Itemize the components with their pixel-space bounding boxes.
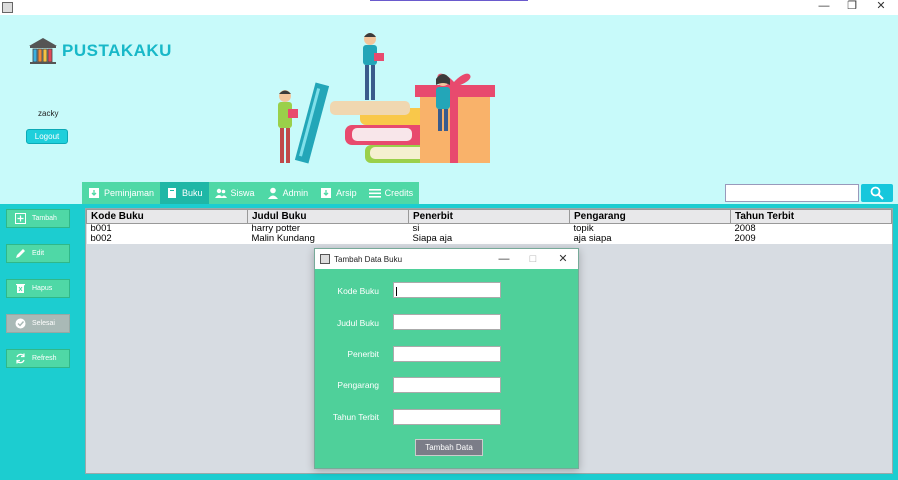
tab-siswa[interactable]: Siswa bbox=[209, 182, 261, 204]
app-logo: PUSTAKAKU bbox=[28, 37, 172, 65]
tab-label: Buku bbox=[182, 188, 203, 198]
tab-label: Siswa bbox=[230, 188, 255, 198]
column-header[interactable]: Kode Buku bbox=[86, 209, 248, 224]
dialog-maximize-button[interactable]: □ bbox=[525, 252, 541, 266]
table-cell: aja siapa bbox=[569, 234, 731, 244]
dialog-minimize-button[interactable]: — bbox=[496, 252, 512, 266]
text-cursor bbox=[396, 287, 397, 296]
add-icon bbox=[15, 213, 26, 224]
java-app-icon bbox=[320, 254, 330, 264]
window-titlebar: — ❐ ✕ bbox=[0, 0, 898, 15]
dialog-close-button[interactable]: ✕ bbox=[555, 252, 571, 266]
tab-admin[interactable]: Admin bbox=[261, 182, 315, 204]
table-row[interactable]: b001 harry potter si topik 2008 bbox=[86, 223, 892, 234]
dialog-title: Tambah Data Buku bbox=[334, 254, 403, 264]
edit-button[interactable]: Edit bbox=[6, 244, 70, 263]
refresh-button[interactable]: Refresh bbox=[6, 349, 70, 368]
column-header[interactable]: Tahun Terbit bbox=[730, 209, 892, 224]
tab-label: Admin bbox=[282, 188, 309, 198]
trash-icon bbox=[16, 284, 25, 293]
refresh-button-label: Refresh bbox=[32, 355, 57, 362]
column-header[interactable]: Penerbit bbox=[408, 209, 570, 224]
tab-label: Credits bbox=[384, 188, 414, 198]
finish-button[interactable]: Selesai bbox=[6, 314, 70, 333]
table-cell: 2009 bbox=[730, 234, 892, 244]
table-header-row: Kode Buku Judul Buku Penerbit Pengarang … bbox=[86, 209, 892, 224]
pengarang-label: Pengarang bbox=[337, 380, 379, 390]
search-input[interactable] bbox=[725, 184, 859, 202]
download-icon bbox=[89, 188, 99, 198]
table-row[interactable]: b002 Malin Kundang Siapa aja aja siapa 2… bbox=[86, 234, 892, 244]
tab-label: Peminjaman bbox=[104, 188, 155, 198]
add-button-label: Tambah bbox=[32, 215, 57, 222]
users-icon bbox=[214, 188, 227, 198]
pencil-icon bbox=[16, 249, 25, 258]
edit-button-label: Edit bbox=[32, 250, 45, 257]
tab-credits[interactable]: Credits bbox=[363, 182, 420, 204]
judul-buku-label: Judul Buku bbox=[336, 318, 379, 328]
titlebar-accent bbox=[370, 0, 528, 1]
minimize-button[interactable]: — bbox=[809, 0, 839, 15]
penerbit-label: Penerbit bbox=[347, 349, 379, 359]
tahun-terbit-field[interactable] bbox=[393, 409, 501, 425]
archive-icon bbox=[321, 188, 332, 198]
column-header[interactable]: Judul Buku bbox=[247, 209, 409, 224]
java-app-icon bbox=[2, 2, 13, 13]
add-button[interactable]: Tambah bbox=[6, 209, 70, 228]
book-icon bbox=[168, 188, 177, 198]
penerbit-field[interactable] bbox=[393, 346, 501, 362]
tab-label: Arsip bbox=[336, 188, 357, 198]
restore-button[interactable]: ❐ bbox=[837, 0, 867, 15]
tab-arsip[interactable]: Arsip bbox=[314, 182, 363, 204]
pengarang-field[interactable] bbox=[393, 377, 501, 393]
username-label: zacky bbox=[38, 109, 59, 118]
reading-illustration bbox=[278, 33, 495, 164]
main-tabs: Peminjaman Buku Siswa Admin Arsip Credit… bbox=[82, 182, 420, 204]
app-header: PUSTAKAKU zacky Logout bbox=[0, 15, 898, 205]
refresh-icon bbox=[16, 353, 25, 364]
search-icon bbox=[870, 186, 884, 200]
add-book-dialog: Tambah Data Buku — □ ✕ Kode Buku Judul B… bbox=[314, 248, 579, 469]
add-data-button[interactable]: Tambah Data bbox=[415, 439, 483, 456]
search-button[interactable] bbox=[861, 184, 893, 202]
check-icon bbox=[15, 318, 26, 329]
kode-buku-field[interactable] bbox=[393, 282, 501, 298]
tahun-terbit-label: Tahun Terbit bbox=[332, 412, 379, 422]
delete-button[interactable]: Hapus bbox=[6, 279, 70, 298]
table-cell: b002 bbox=[86, 234, 248, 244]
judul-buku-field[interactable] bbox=[393, 314, 501, 330]
column-header[interactable]: Pengarang bbox=[569, 209, 731, 224]
user-icon bbox=[267, 187, 278, 199]
menu-icon bbox=[368, 189, 381, 198]
finish-button-label: Selesai bbox=[32, 320, 55, 327]
tab-peminjaman[interactable]: Peminjaman bbox=[82, 182, 160, 204]
library-logo-icon bbox=[29, 38, 57, 64]
app-name: PUSTAKAKU bbox=[62, 41, 172, 60]
table-cell: Malin Kundang bbox=[247, 234, 409, 244]
dialog-titlebar: Tambah Data Buku — □ ✕ bbox=[315, 249, 578, 269]
delete-button-label: Hapus bbox=[32, 285, 53, 292]
close-window-button[interactable]: ✕ bbox=[866, 0, 896, 15]
table-cell: Siapa aja bbox=[408, 234, 570, 244]
tab-buku[interactable]: Buku bbox=[160, 182, 209, 204]
kode-buku-label: Kode Buku bbox=[337, 286, 379, 296]
logout-button[interactable]: Logout bbox=[26, 129, 68, 144]
